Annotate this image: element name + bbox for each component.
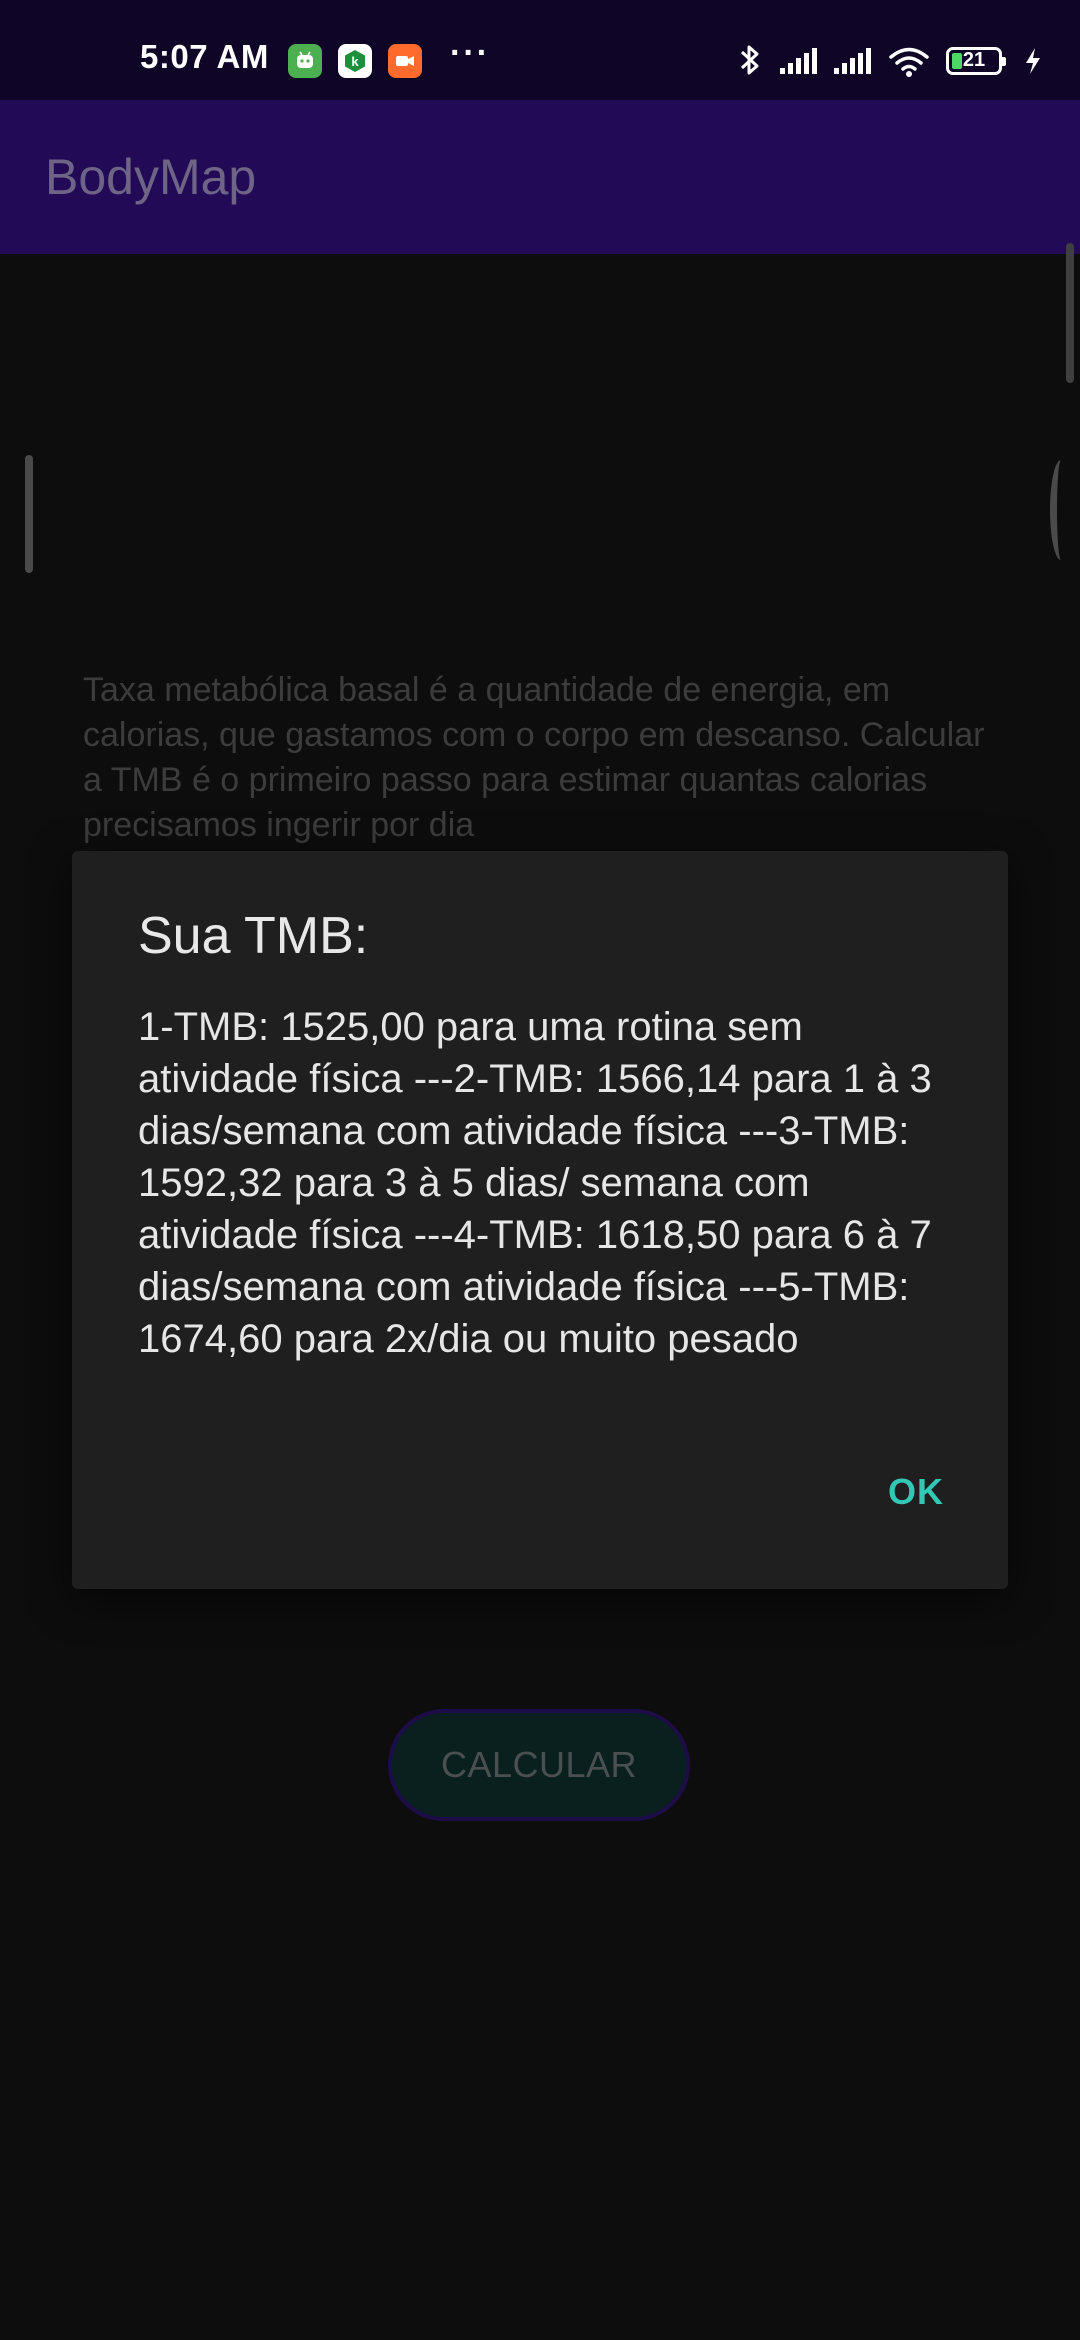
android-app-icon (288, 44, 322, 78)
kaspersky-app-icon: k (338, 44, 372, 78)
tmb-result-dialog: Sua TMB: 1-TMB: 1525,00 para uma rotina … (72, 851, 1008, 1589)
status-bar: 5:07 AM k ··· 21 (0, 0, 1080, 100)
battery-icon: 21 (946, 47, 1006, 75)
wifi-icon (889, 47, 929, 77)
dialog-message: 1-TMB: 1525,00 para uma rotina sem ativi… (138, 1005, 932, 1361)
ok-button[interactable]: OK (888, 1471, 944, 1513)
bluetooth-icon (740, 45, 759, 75)
battery-tip (1002, 57, 1006, 66)
video-recorder-icon (388, 44, 422, 78)
status-time: 5:07 AM (140, 38, 269, 75)
signal-1-icon (780, 48, 817, 74)
system-icons: 21 (700, 0, 1080, 100)
dialog-title: Sua TMB: (138, 907, 369, 965)
battery-level: 21 (962, 49, 986, 71)
signal-2-icon (834, 48, 871, 74)
charging-icon (1026, 48, 1040, 74)
svg-text:k: k (351, 54, 359, 69)
overflow-dots-icon: ··· (450, 34, 490, 72)
